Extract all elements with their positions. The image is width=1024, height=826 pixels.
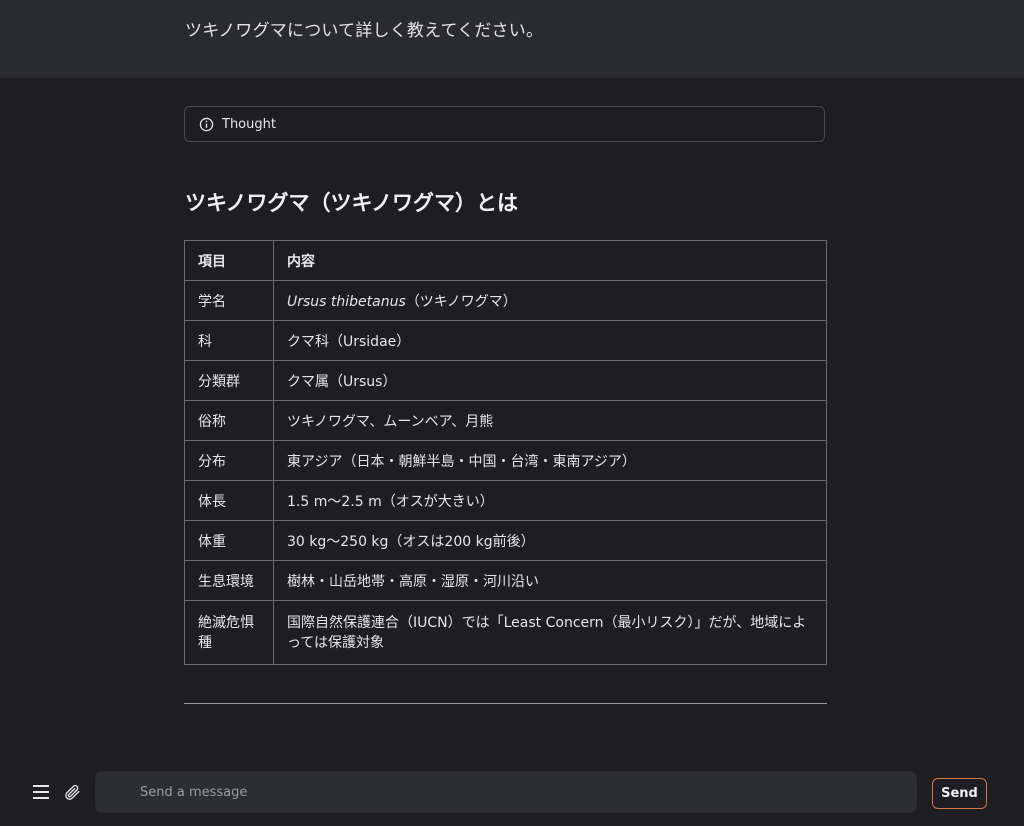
chat-page: ツキノワグマについて詳しく教えてください。 Thought ツキノワグマ（ツキノ… — [0, 0, 1024, 826]
table-row: 分類群 クマ属（Ursus） — [184, 360, 827, 401]
answer-heading: ツキノワグマ（ツキノワグマ）とは — [185, 191, 519, 215]
table-row: 生息環境 樹林・山岳地帯・高原・湿原・河川沿い — [184, 560, 827, 601]
table-header-value: 内容 — [273, 240, 827, 281]
table-cell-value: 1.5 m〜2.5 m（オスが大きい） — [273, 480, 827, 521]
thought-toggle[interactable]: Thought — [184, 106, 825, 142]
info-table: 項目 内容 学名 Ursus thibetanus（ツキノワグマ）科クマ科（Urs… — [184, 240, 827, 665]
table-cell-key: 生息環境 — [184, 560, 274, 601]
table-cell-value-text: （ツキノワグマ） — [405, 293, 517, 310]
message-input[interactable] — [95, 771, 917, 813]
table-row: 体長 1.5 m〜2.5 m（オスが大きい） — [184, 480, 827, 521]
table-row: 学名 Ursus thibetanus（ツキノワグマ） — [184, 280, 827, 321]
user-message: ツキノワグマについて詳しく教えてください。 — [185, 21, 544, 41]
table-cell-value: 樹林・山岳地帯・高原・湿原・河川沿い — [273, 560, 827, 601]
table-row: 体重 30 kg〜250 kg（オスは200 kg前後） — [184, 520, 827, 561]
table-cell-key: 体長 — [184, 480, 274, 521]
table-row: 俗称 ツキノワグマ、ムーンベア、月熊 — [184, 400, 827, 441]
info-circle-icon — [199, 117, 214, 132]
table-cell-key: 体重 — [184, 520, 274, 561]
table-row: 絶滅危惧種 国際自然保護連合（IUCN）では「Least Concern（最小リス… — [184, 600, 827, 665]
table-cell-key: 分布 — [184, 440, 274, 481]
table-cell-value: クマ属（Ursus） — [273, 360, 827, 401]
table-cell-value: 30 kg〜250 kg（オスは200 kg前後） — [273, 520, 827, 561]
table-cell-value: クマ科（Ursidae） — [273, 320, 827, 361]
scientific-name: Ursus thibetanus — [287, 293, 406, 310]
table-header-key: 項目 — [184, 240, 274, 281]
table-cell-key: 絶滅危惧種 — [184, 600, 274, 665]
thought-label: Thought — [222, 116, 276, 132]
table-row: 分布 東アジア（日本・朝鮮半島・中国・台湾・東南アジア） — [184, 440, 827, 481]
user-message-band: ツキノワグマについて詳しく教えてください。 — [0, 0, 1024, 78]
section-divider — [184, 703, 827, 704]
table-cell-value: 国際自然保護連合（IUCN）では「Least Concern（最小リスク）」だが… — [273, 600, 827, 665]
table-cell-key: 分類群 — [184, 360, 274, 401]
table-header-row: 項目 内容 — [184, 240, 827, 281]
hamburger-menu-icon[interactable] — [32, 783, 50, 801]
paperclip-icon[interactable] — [63, 783, 81, 801]
table-cell-key: 学名 — [184, 280, 274, 321]
table-cell-key: 俗称 — [184, 400, 274, 441]
table-body: 学名 Ursus thibetanus（ツキノワグマ）科クマ科（Ursidae）分… — [184, 280, 827, 665]
table-cell-key: 科 — [184, 320, 274, 361]
table-cell-value: 東アジア（日本・朝鮮半島・中国・台湾・東南アジア） — [273, 440, 827, 481]
table-cell-value: Ursus thibetanus（ツキノワグマ） — [273, 280, 827, 321]
message-composer: Send — [0, 770, 1024, 814]
table-cell-value: ツキノワグマ、ムーンベア、月熊 — [273, 400, 827, 441]
table-row: 科クマ科（Ursidae） — [184, 320, 827, 361]
send-button[interactable]: Send — [932, 778, 987, 809]
